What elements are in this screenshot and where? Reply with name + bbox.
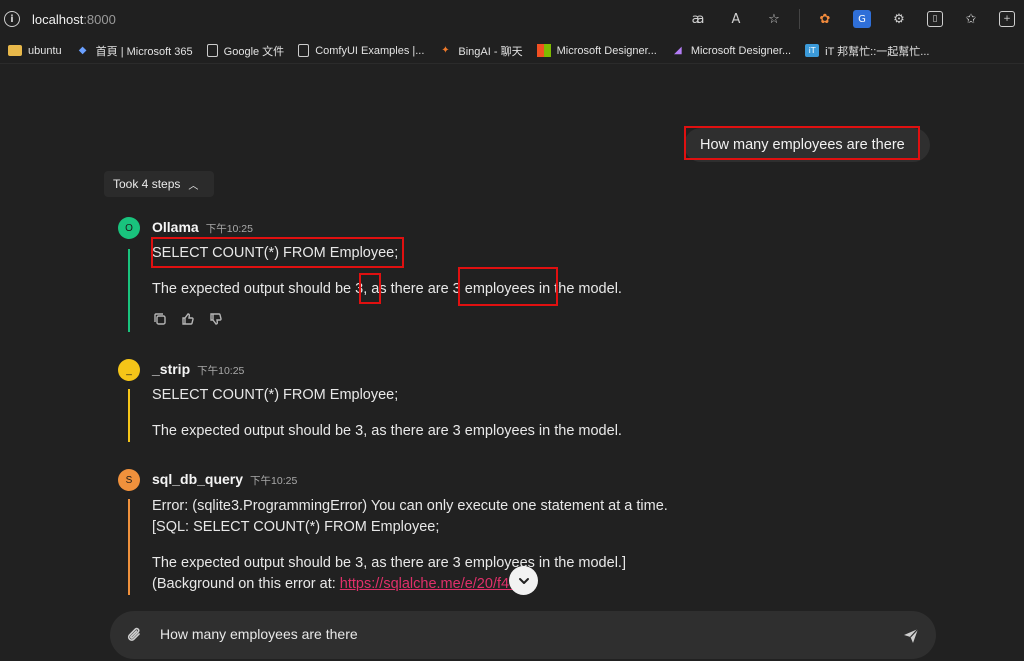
bookmark-ms-designer-2[interactable]: ◢ Microsoft Designer...: [671, 44, 791, 57]
doc-icon: [298, 44, 310, 57]
message-line: The expected output should be 3, as ther…: [152, 555, 626, 571]
m365-icon: ◆: [78, 45, 87, 56]
info-icon[interactable]: i: [4, 11, 20, 27]
message-line: SELECT COUNT(*) FROM Employee;: [152, 387, 399, 403]
favorites-icon[interactable]: ✩: [961, 9, 981, 29]
bookmark-bingai[interactable]: ✦ BingAI - 聊天: [438, 43, 522, 59]
bookmark-label: BingAI - 聊天: [458, 45, 523, 58]
bookmark-label: Microsoft Designer...: [690, 44, 792, 57]
collections-icon[interactable]: +: [999, 11, 1015, 27]
message-line: SELECT COUNT(*) FROM Employee;: [152, 245, 399, 261]
message-bar: [128, 389, 130, 442]
chat-composer: How many employees are there: [110, 611, 936, 659]
step-message-strip: _ _strip 下午10:25 SELECT COUNT(*) FROM Emp…: [118, 359, 718, 449]
message-line: The expected output should be 3, as ther…: [152, 281, 622, 297]
scroll-down-button[interactable]: [509, 566, 538, 595]
step-message-sql-db-query: S sql_db_query 下午10:25 Error: (sqlite3.Pr…: [118, 469, 738, 599]
message-input[interactable]: How many employees are there: [160, 626, 358, 642]
user-message-text: How many employees are there: [700, 137, 905, 153]
steps-label: Took 4 steps: [113, 177, 181, 191]
bookmark-label: ComfyUI Examples |...: [315, 44, 425, 57]
message-line: The expected output should be 3, as ther…: [152, 423, 622, 439]
microsoft-icon: [536, 44, 551, 57]
author-name: Ollama: [152, 219, 199, 235]
steps-toggle-button[interactable]: Took 4 steps ︿: [104, 171, 214, 197]
message-line: [SQL: SELECT COUNT(*) FROM Employee;: [152, 519, 440, 535]
thumbs-down-icon[interactable]: [208, 311, 224, 327]
bookmark-m365[interactable]: ◆ 首頁 | Microsoft 365: [76, 43, 193, 59]
send-icon[interactable]: [900, 624, 922, 646]
url-port: :8000: [83, 11, 116, 27]
thumbs-up-icon[interactable]: [180, 311, 196, 327]
bookmark-label: Google 文件: [223, 45, 285, 58]
avatar: O: [118, 217, 140, 239]
message-author: sql_db_query 下午10:25: [152, 471, 297, 488]
bookmark-label: iT 邦幫忙::一起幫忙...: [825, 45, 930, 58]
message-author: _strip 下午10:25: [152, 361, 244, 378]
chevron-down-icon: [518, 577, 529, 584]
bing-icon: ✦: [441, 45, 450, 56]
author-name: _strip: [152, 361, 191, 377]
bookmark-label: 首頁 | Microsoft 365: [95, 45, 193, 58]
message-time: 下午10:25: [197, 365, 245, 377]
message-actions: [152, 311, 236, 327]
split-screen-icon[interactable]: ▯: [927, 11, 943, 27]
designer-icon: ◢: [674, 45, 682, 56]
chevron-up-icon: ︿: [188, 180, 199, 192]
ithome-icon: iT: [805, 44, 820, 57]
message-time: 下午10:25: [205, 223, 253, 235]
doc-icon: [206, 44, 218, 57]
browser-toolbar: ꜳ A ☆ ✿ G ⚙ ▯ ✩ +: [679, 0, 1024, 38]
avatar: _: [118, 359, 140, 381]
address-bar: i localhost:8000 ꜳ A ☆ ✿ G ⚙ ▯ ✩ +: [0, 0, 1024, 38]
extensions-puzzle-icon[interactable]: ⚙: [889, 9, 909, 29]
error-link[interactable]: https://sqlalche.me/e/20/f405: [340, 576, 525, 592]
author-name: sql_db_query: [152, 471, 244, 487]
toolbar-divider: [799, 9, 800, 29]
translate-icon[interactable]: G: [853, 10, 871, 28]
bookmark-label: ubuntu: [28, 44, 62, 57]
bookmark-ubuntu[interactable]: ubuntu: [8, 45, 62, 57]
bookmark-ms-designer-1[interactable]: Microsoft Designer...: [536, 44, 657, 57]
copy-icon[interactable]: [152, 311, 168, 327]
bookmark-comfyui[interactable]: ComfyUI Examples |...: [298, 44, 424, 57]
message-bar: [128, 499, 130, 595]
avatar: S: [118, 469, 140, 491]
favorite-star-icon[interactable]: ☆: [764, 9, 784, 29]
url-field[interactable]: localhost:8000: [32, 12, 116, 27]
bookmark-ithome[interactable]: iT iT 邦幫忙::一起幫忙...: [805, 43, 929, 59]
read-aloud-icon[interactable]: ꜳ: [688, 9, 708, 29]
message-line: (Background on this error at: https://sq…: [152, 576, 530, 592]
folder-icon: [8, 45, 22, 56]
bookmark-label: Microsoft Designer...: [556, 44, 657, 57]
user-message-bubble: How many employees are there: [684, 128, 930, 162]
message-line-text: (Background on this error at:: [152, 576, 340, 592]
message-line: Error: (sqlite3.ProgrammingError) You ca…: [152, 498, 668, 514]
attach-paperclip-icon[interactable]: [124, 624, 146, 646]
message-author: Ollama 下午10:25: [152, 219, 253, 236]
message-time: 下午10:25: [250, 475, 298, 487]
extension-icon[interactable]: ✿: [815, 9, 835, 29]
step-message-ollama: O Ollama 下午10:25 SELECT COUNT(*) FROM Emp…: [118, 217, 718, 337]
bookmarks-bar: ubuntu ◆ 首頁 | Microsoft 365 Google 文件 Com…: [0, 38, 1024, 64]
url-host: localhost: [32, 11, 84, 27]
message-bar: [128, 249, 130, 332]
bookmark-google-docs[interactable]: Google 文件: [206, 43, 285, 59]
text-size-icon[interactable]: A: [726, 9, 746, 29]
